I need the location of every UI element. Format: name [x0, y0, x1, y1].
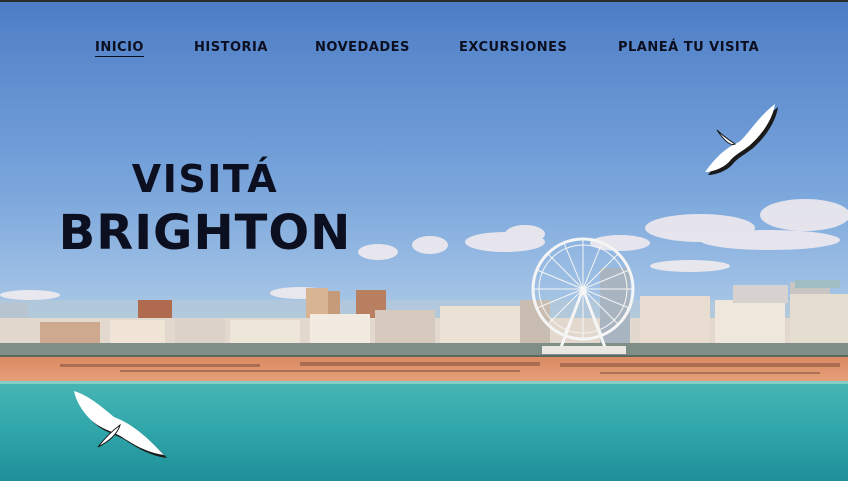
hero-title-line-2: BRIGHTON: [58, 205, 352, 261]
nav-item-planea-tu-visita[interactable]: PLANEÁ TU VISITA: [618, 40, 759, 55]
nav-item-novedades[interactable]: NOVEDADES: [315, 40, 410, 55]
nav-item-excursiones[interactable]: EXCURSIONES: [459, 40, 567, 55]
nav-item-inicio[interactable]: INICIO: [95, 40, 144, 57]
promenade: [0, 343, 848, 357]
hero-title-line-1: VISITÁ: [131, 157, 279, 201]
main-nav: INICIO HISTORIA NOVEDADES EXCURSIONES PL…: [0, 40, 848, 60]
hero-title: VISITÁ BRIGHTON: [40, 155, 370, 263]
nav-item-historia[interactable]: HISTORIA: [194, 40, 268, 55]
